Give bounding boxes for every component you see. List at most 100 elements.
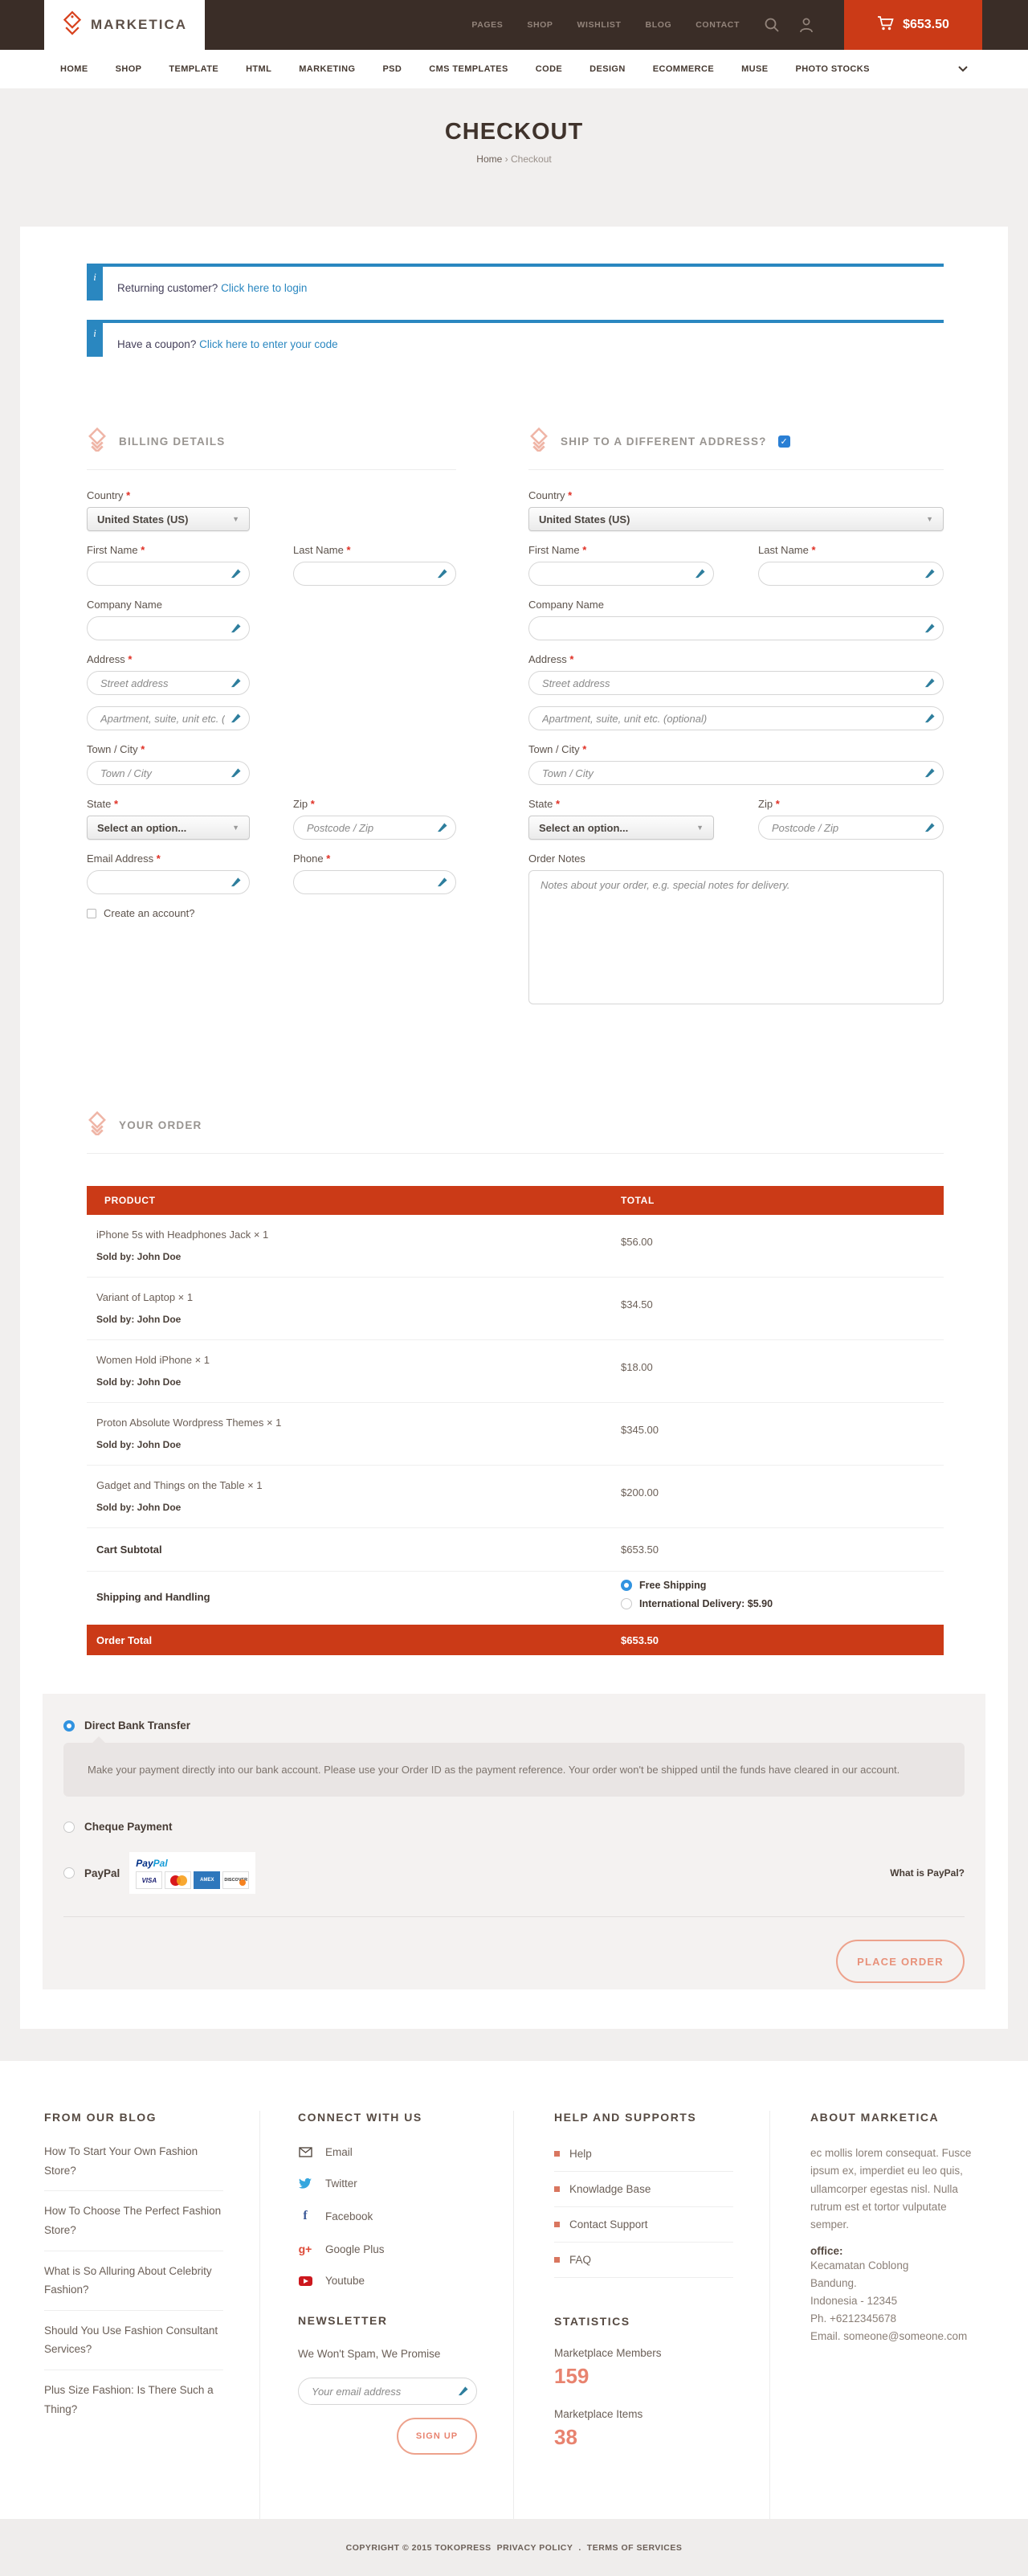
logo-tag-icon [62,10,83,40]
product-name: Proton Absolute Wordpress Themes × 1 [96,1417,621,1429]
breadcrumb-home[interactable]: Home [476,153,502,165]
order-total-value: $653.50 [621,1634,926,1646]
nav-design[interactable]: DESIGN [589,64,626,74]
email-link[interactable]: Email [298,2146,477,2158]
nav-code[interactable]: CODE [536,64,562,74]
chevron-down-icon: ▼ [926,515,933,523]
shipping-country-select[interactable]: United States (US) ▼ [528,507,944,531]
visa-icon: VISA [136,1871,162,1889]
connect-heading: CONNECT WITH US [298,2111,477,2124]
nav-psd[interactable]: PSD [382,64,402,74]
billing-street-input[interactable] [87,671,250,695]
create-account-checkbox[interactable]: Create an account? [87,907,456,919]
product-seller: Sold by: John Doe [96,1502,621,1513]
facebook-icon: f [298,2209,312,2223]
blog-post-link[interactable]: How To Choose The Perfect Fashion Store? [44,2191,223,2251]
chevron-down-icon[interactable] [958,62,968,76]
about-heading: ABOUT MARKETICA [810,2111,988,2124]
nav-home[interactable]: HOME [60,64,88,74]
top-nav-contact[interactable]: CONTACT [696,20,740,30]
top-nav-blog[interactable]: BLOG [646,20,672,30]
bank-transfer-radio[interactable]: Direct Bank Transfer [63,1719,965,1732]
table-row: Proton Absolute Wordpress Themes × 1 Sol… [87,1403,944,1466]
shipping-heading: SHIP TO A DIFFERENT ADDRESS? [561,435,767,448]
top-nav-pages[interactable]: PAGES [471,20,503,30]
product-total: $34.50 [621,1291,926,1339]
cart-button[interactable]: $653.50 [844,0,982,50]
privacy-policy-link[interactable]: PRIVACY POLICY [497,2543,573,2553]
footer-blog-column: FROM OUR BLOG How To Start Your Own Fash… [0,2111,260,2519]
newsletter-heading: NEWSLETTER [298,2314,477,2327]
twitter-link[interactable]: Twitter [298,2177,477,2190]
newsletter-tagline: We Won't Spam, We Promise [298,2348,477,2360]
sign-up-button[interactable]: SIGN UP [397,2418,477,2455]
coupon-link[interactable]: Click here to enter your code [199,338,338,350]
terms-link[interactable]: TERMS OF SERVICES [587,2543,683,2553]
top-nav-shop[interactable]: SHOP [527,20,553,30]
place-order-button[interactable]: PLACE ORDER [836,1940,965,1983]
billing-last-name-input[interactable] [293,562,456,586]
billing-country-select[interactable]: United States (US) ▼ [87,507,250,531]
subtotal-label: Cart Subtotal [96,1544,621,1556]
what-is-paypal-link[interactable]: What is PayPal? [890,1867,965,1879]
international-delivery-radio[interactable]: International Delivery: $5.90 [621,1598,926,1609]
cheque-label: Cheque Payment [84,1821,173,1833]
blog-post-link[interactable]: How To Start Your Own Fashion Store? [44,2132,223,2191]
footer-help-column: HELP AND SUPPORTS Help Knowladge Base Co… [514,2111,770,2519]
radio-icon[interactable] [63,1867,75,1879]
nav-marketing[interactable]: MARKETING [299,64,355,74]
marketplace-members-label: Marketplace Members [554,2347,733,2359]
billing-zip-input[interactable] [293,816,456,840]
user-account-icon[interactable] [799,17,814,33]
divider [63,1916,965,1917]
nav-shop[interactable]: SHOP [116,64,142,74]
help-link[interactable]: Help [554,2136,733,2172]
billing-apartment-input[interactable] [87,706,250,730]
blog-post-link[interactable]: Should You Use Fashion Consultant Servic… [44,2311,223,2370]
billing-state-select[interactable]: Select an option... ▼ [87,816,250,840]
shipping-apartment-input[interactable] [528,706,944,730]
faq-link[interactable]: FAQ [554,2243,733,2278]
logo[interactable]: MARKETICA [44,0,205,50]
search-icon[interactable] [764,17,780,33]
shipping-state-select[interactable]: Select an option... ▼ [528,816,714,840]
newsletter-email-input[interactable] [298,2378,477,2405]
billing-email-input[interactable] [87,870,250,894]
billing-first-name-input[interactable] [87,562,250,586]
billing-company-input[interactable] [87,616,250,640]
nav-photo-stocks[interactable]: PHOTO STOCKS [795,64,869,74]
country-label: Country * [528,489,944,502]
product-total: $345.00 [621,1417,926,1465]
free-shipping-radio[interactable]: Free Shipping [621,1580,926,1591]
chevron-down-icon: ▼ [232,824,239,832]
contact-support-link[interactable]: Contact Support [554,2207,733,2243]
shipping-last-name-input[interactable] [758,562,944,586]
cheque-payment-radio[interactable]: Cheque Payment [63,1821,965,1833]
shipping-company-input[interactable] [528,616,944,640]
google-plus-link[interactable]: g+ Google Plus [298,2243,477,2255]
checkbox-icon [87,909,96,918]
nav-ecommerce[interactable]: ECOMMERCE [653,64,714,74]
billing-town-input[interactable] [87,761,250,785]
top-nav-wishlist[interactable]: WISHLIST [577,20,622,30]
nav-template[interactable]: TEMPLATE [169,64,218,74]
facebook-link[interactable]: f Facebook [298,2209,477,2223]
nav-cms-templates[interactable]: CMS TEMPLATES [429,64,508,74]
youtube-link[interactable]: Youtube [298,2275,477,2287]
nav-html[interactable]: HTML [246,64,271,74]
blog-post-link[interactable]: Plus Size Fashion: Is There Such a Thing… [44,2370,223,2429]
ship-different-checkbox[interactable]: ✓ [778,435,790,448]
shipping-town-input[interactable] [528,761,944,785]
shipping-street-input[interactable] [528,671,944,695]
knowledge-base-link[interactable]: Knowladge Base [554,2172,733,2207]
nav-muse[interactable]: MUSE [741,64,768,74]
billing-phone-input[interactable] [293,870,456,894]
product-name: iPhone 5s with Headphones Jack × 1 [96,1229,621,1241]
order-notes-textarea[interactable] [528,870,944,1004]
shipping-zip-input[interactable] [758,816,944,840]
login-link[interactable]: Click here to login [221,282,307,294]
google-plus-icon: g+ [298,2243,312,2255]
shipping-first-name-input[interactable] [528,562,714,586]
bullet-icon [554,2186,560,2192]
blog-post-link[interactable]: What is So Alluring About Celebrity Fash… [44,2251,223,2311]
